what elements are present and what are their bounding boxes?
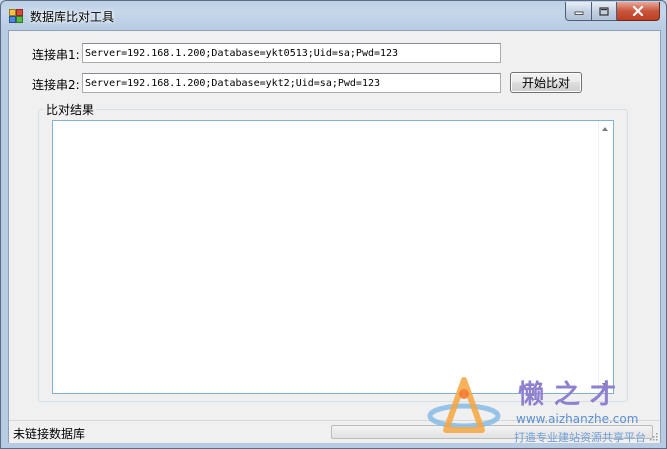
watermark-title: 懒之才 xyxy=(518,380,627,410)
result-textarea[interactable] xyxy=(52,120,614,394)
database-app-icon xyxy=(9,9,23,23)
watermark: 懒之才 www.aizhanzhe.com 打造专业建站资源共享平台 xyxy=(424,372,664,448)
scroll-up-arrow-icon[interactable] xyxy=(602,127,608,131)
conn2-label: 连接串2: xyxy=(32,78,80,92)
maximize-icon xyxy=(599,6,609,16)
close-button[interactable] xyxy=(617,2,660,21)
status-text: 未链接数据库 xyxy=(13,427,86,441)
minimize-icon xyxy=(574,11,583,15)
caption-buttons xyxy=(565,2,660,21)
watermark-url: www.aizhanzhe.com xyxy=(516,412,639,426)
minimize-button[interactable] xyxy=(565,2,592,21)
title-bar[interactable]: 数据库比对工具 xyxy=(1,1,666,31)
close-icon xyxy=(632,6,644,16)
result-group-label: 比对结果 xyxy=(44,101,97,118)
maximize-button[interactable] xyxy=(592,2,617,21)
conn1-input[interactable] xyxy=(82,43,501,63)
watermark-slogan: 打造专业建站资源共享平台 xyxy=(514,431,646,444)
watermark-logo-icon xyxy=(427,377,501,433)
start-compare-button[interactable]: 开始比对 xyxy=(510,72,582,93)
conn2-input[interactable] xyxy=(82,73,501,93)
window-title: 数据库比对工具 xyxy=(30,10,115,24)
result-vertical-scrollbar[interactable] xyxy=(598,121,613,393)
conn1-label: 连接串1: xyxy=(32,48,80,62)
